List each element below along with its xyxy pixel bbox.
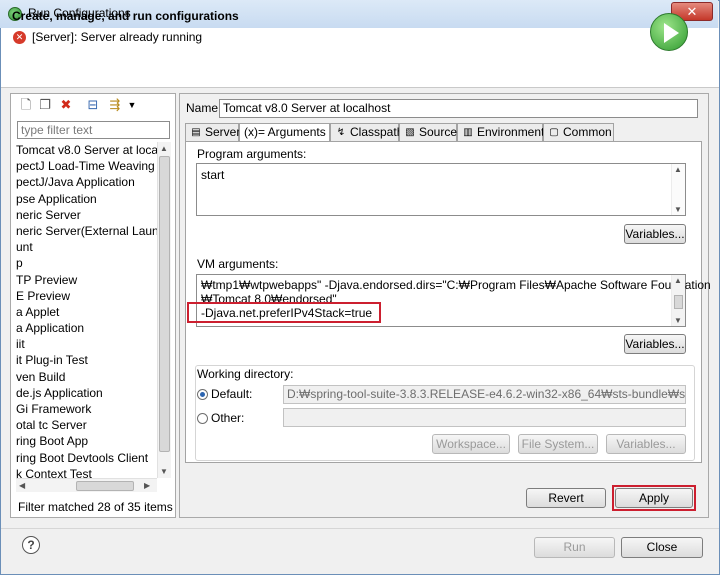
classpath-icon: ↯ (336, 127, 346, 138)
tab-server[interactable]: ▤ Server (185, 123, 240, 141)
program-args-scrollbar[interactable]: ▲ ▼ (671, 164, 685, 215)
program-arguments-label: Program arguments: (197, 147, 307, 161)
run-banner-icon (650, 13, 688, 51)
tree-horizontal-scrollbar[interactable]: ◀ ▶ (16, 478, 157, 492)
tree-item[interactable]: Gi Framework (16, 401, 157, 417)
other-directory-input[interactable] (283, 408, 686, 427)
duplicate-icon[interactable]: ❐ (37, 97, 53, 113)
tree-item[interactable]: k Context Test (16, 466, 157, 478)
vm-arguments-label: VM arguments: (197, 257, 279, 271)
program-variables-button[interactable]: Variables... (624, 224, 686, 244)
filter-icon[interactable]: ⇶ (107, 97, 123, 113)
configuration-tree[interactable]: Tomcat v8.0 Server at localh pectJ Load-… (16, 142, 157, 478)
tree-item[interactable]: ring Boot App (16, 433, 157, 449)
filter-input[interactable]: type filter text (17, 121, 170, 139)
program-arguments-textarea[interactable]: start ▲ ▼ (196, 163, 686, 216)
tree-item[interactable]: TP Preview (16, 272, 157, 288)
tree-item[interactable]: ring Boot Devtools Client (16, 450, 157, 466)
tree-item[interactable]: neric Server (16, 207, 157, 223)
default-directory-input[interactable]: D:₩spring-tool-suite-3.8.3.RELEASE-e4.6.… (283, 385, 686, 404)
close-button[interactable]: Close (621, 537, 703, 558)
other-label: Other: (211, 411, 245, 425)
tree-item[interactable]: unt (16, 239, 157, 255)
tree-item[interactable]: otal tc Server (16, 417, 157, 433)
vm-arguments-line: ₩tmp1₩wtpwebapps" -Djava.endorsed.dirs="… (201, 278, 711, 292)
scroll-thumb[interactable] (674, 295, 683, 309)
collapse-all-icon[interactable]: ⊟ (85, 97, 101, 113)
tab-environment[interactable]: ▥ Environment (457, 123, 544, 141)
name-label: Name: (186, 101, 222, 115)
tree-item[interactable]: iit (16, 336, 157, 352)
error-icon: ✕ (13, 31, 26, 44)
tab-source[interactable]: ▧ Source (399, 123, 457, 141)
run-button[interactable]: Run (534, 537, 615, 558)
tab-common[interactable]: ▢ Common (543, 123, 614, 141)
tree-vertical-scrollbar[interactable]: ▲ ▼ (157, 142, 171, 478)
dialog-title: Create, manage, and run configurations (12, 9, 239, 23)
revert-button[interactable]: Revert (526, 488, 606, 508)
tree-item[interactable]: pectJ Load-Time Weaving Ap (16, 158, 157, 174)
tab-arguments[interactable]: (x)= Arguments (239, 123, 330, 142)
vm-args-scrollbar[interactable]: ▲ ▼ (671, 275, 685, 326)
environment-icon: ▥ (463, 127, 473, 138)
highlight-box (187, 302, 381, 323)
scroll-thumb[interactable] (76, 481, 134, 491)
tree-item[interactable]: ven Build (16, 369, 157, 385)
tree-item[interactable]: de.js Application (16, 385, 157, 401)
tree-item[interactable]: Tomcat v8.0 Server at localh (16, 142, 157, 159)
footer-separator (1, 528, 719, 529)
common-icon: ▢ (549, 127, 559, 138)
scroll-thumb[interactable] (159, 156, 170, 452)
working-directory-label: Working directory: (197, 367, 294, 381)
name-input[interactable]: Tomcat v8.0 Server at localhost (219, 99, 698, 118)
tree-item[interactable]: p (16, 255, 157, 271)
apply-button[interactable]: Apply (615, 488, 693, 508)
new-config-icon[interactable]: 🗋 (18, 97, 34, 113)
error-message: [Server]: Server already running (32, 30, 203, 44)
tree-item[interactable]: E Preview (16, 288, 157, 304)
directory-variables-button[interactable]: Variables... (606, 434, 686, 454)
tree-item[interactable]: pectJ/Java Application (16, 174, 157, 190)
tree-item[interactable]: it Plug-in Test (16, 352, 157, 368)
tree-item[interactable]: a Applet (16, 304, 157, 320)
other-radio[interactable] (197, 413, 208, 424)
file-system-button[interactable]: File System... (518, 434, 598, 454)
tab-classpath[interactable]: ↯ Classpath (330, 123, 403, 141)
default-label: Default: (211, 387, 253, 401)
tree-item[interactable]: neric Server(External Launch) (16, 223, 157, 239)
tree-item[interactable]: a Application (16, 320, 157, 336)
delete-icon[interactable]: ✖ (58, 97, 74, 113)
server-icon: ▤ (191, 127, 201, 138)
filter-status: Filter matched 28 of 35 items (18, 500, 173, 514)
source-icon: ▧ (405, 127, 415, 138)
help-icon[interactable]: ? (22, 536, 40, 554)
workspace-button[interactable]: Workspace... (432, 434, 510, 454)
vm-variables-button[interactable]: Variables... (624, 334, 686, 354)
program-arguments-value: start (201, 168, 225, 182)
dropdown-icon[interactable]: ▼ (124, 97, 140, 113)
default-radio[interactable] (197, 389, 208, 400)
tree-item[interactable]: pse Application (16, 191, 157, 207)
